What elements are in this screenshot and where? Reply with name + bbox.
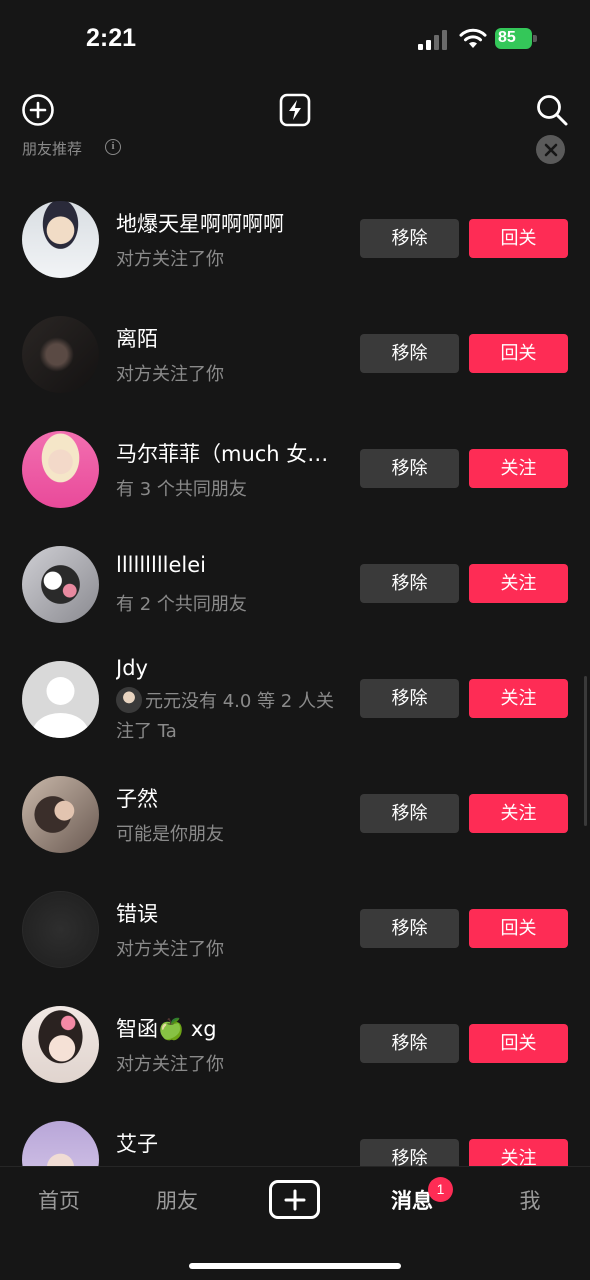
user-name: 智函🍏 xg (116, 1017, 217, 1041)
user-relation: 有 3 个共同朋友 (116, 479, 247, 500)
avatar[interactable] (22, 1121, 99, 1166)
create-button[interactable] (269, 1180, 320, 1219)
user-name: 离陌 (116, 327, 158, 351)
scrollbar[interactable] (584, 676, 587, 826)
list-item[interactable]: 地爆天星啊啊啊啊 对方关注了你 移除 回关 (0, 162, 590, 278)
search-icon[interactable] (532, 90, 572, 130)
user-name: 马尔菲菲（much 女… (116, 442, 329, 466)
tab-me[interactable]: 我 (490, 1185, 570, 1215)
remove-button[interactable]: 移除 (360, 219, 459, 258)
user-name: 错误 (116, 902, 158, 926)
remove-button[interactable]: 移除 (360, 909, 459, 948)
mutual-friend-avatar (116, 687, 142, 713)
follow-back-button[interactable]: 回关 (469, 1024, 568, 1063)
status-time: 2:21 (86, 24, 137, 52)
battery-icon: 85 (495, 28, 537, 49)
avatar[interactable] (22, 431, 99, 508)
remove-button[interactable]: 移除 (360, 794, 459, 833)
user-relation: 有 2 个共同朋友 (116, 594, 247, 615)
add-circle-icon[interactable] (18, 90, 58, 130)
message-badge: 1 (428, 1177, 453, 1202)
user-relation: 可能是你朋友 (116, 824, 224, 845)
list-item[interactable]: Jdy 元元没有 4.0 等 2 人关注了 Ta 移除 关注 (0, 622, 590, 742)
remove-button[interactable]: 移除 (360, 334, 459, 373)
remove-button[interactable]: 移除 (360, 1139, 459, 1166)
list-item[interactable]: lllllllllelei 有 2 个共同朋友 移除 关注 (0, 507, 590, 623)
avatar[interactable] (22, 776, 99, 853)
close-icon[interactable] (536, 135, 565, 164)
list-item[interactable]: 马尔菲菲（much 女… 有 3 个共同朋友 移除 关注 (0, 392, 590, 508)
avatar[interactable] (22, 891, 99, 968)
home-indicator (189, 1263, 401, 1269)
info-icon[interactable]: i (105, 139, 121, 155)
tab-home[interactable]: 首页 (19, 1185, 99, 1215)
remove-button[interactable]: 移除 (360, 679, 459, 718)
follow-button[interactable]: 关注 (469, 449, 568, 488)
user-relation: 对方关注了你 (116, 1054, 224, 1075)
user-name: 艾子 (116, 1132, 158, 1156)
list-item[interactable]: 离陌 对方关注了你 移除 回关 (0, 277, 590, 393)
user-relation: 对方关注了你 (116, 364, 224, 385)
status-bar: 2:21 85 (0, 0, 590, 80)
follow-button[interactable]: 关注 (469, 794, 568, 833)
list-item[interactable]: 错误 对方关注了你 移除 回关 (0, 852, 590, 968)
user-name: 地爆天星啊啊啊啊 (116, 212, 284, 236)
user-relation: 对方关注了你 (116, 939, 224, 960)
follow-back-button[interactable]: 回关 (469, 334, 568, 373)
tab-friends[interactable]: 朋友 (137, 1185, 217, 1215)
battery-level: 85 (498, 29, 516, 46)
cellular-signal-icon (418, 30, 450, 50)
friend-recommend-header: 朋友推荐 i (22, 135, 568, 164)
wifi-icon (459, 28, 487, 48)
user-name: lllllllllelei (116, 553, 207, 577)
plus-icon (284, 1189, 305, 1210)
remove-button[interactable]: 移除 (360, 564, 459, 603)
avatar[interactable] (22, 1006, 99, 1083)
user-name: 子然 (116, 787, 158, 811)
follow-back-button[interactable]: 回关 (469, 909, 568, 948)
list-item[interactable]: 子然 可能是你朋友 移除 关注 (0, 737, 590, 853)
avatar[interactable] (22, 316, 99, 393)
avatar[interactable] (22, 201, 99, 278)
bottom-tab-bar: 首页 朋友 消息 1 我 (0, 1166, 590, 1280)
follow-back-button[interactable]: 回关 (469, 219, 568, 258)
remove-button[interactable]: 移除 (360, 449, 459, 488)
avatar[interactable] (22, 661, 99, 738)
list-item[interactable]: 智函🍏 xg 对方关注了你 移除 回关 (0, 967, 590, 1083)
user-name: Jdy (116, 656, 148, 680)
list-item[interactable]: 艾子 移除 关注 (0, 1082, 590, 1166)
user-relation: 对方关注了你 (116, 249, 224, 270)
section-title: 朋友推荐 (22, 140, 83, 158)
follow-button[interactable]: 关注 (469, 564, 568, 603)
avatar[interactable] (22, 546, 99, 623)
recommend-list: 地爆天星啊啊啊啊 对方关注了你 移除 回关 离陌 对方关注了你 移除 回关 马尔… (0, 162, 590, 1166)
follow-button[interactable]: 关注 (469, 679, 568, 718)
top-bar (0, 90, 590, 134)
follow-button[interactable]: 关注 (469, 1139, 568, 1166)
remove-button[interactable]: 移除 (360, 1024, 459, 1063)
lightning-icon[interactable] (275, 90, 315, 130)
